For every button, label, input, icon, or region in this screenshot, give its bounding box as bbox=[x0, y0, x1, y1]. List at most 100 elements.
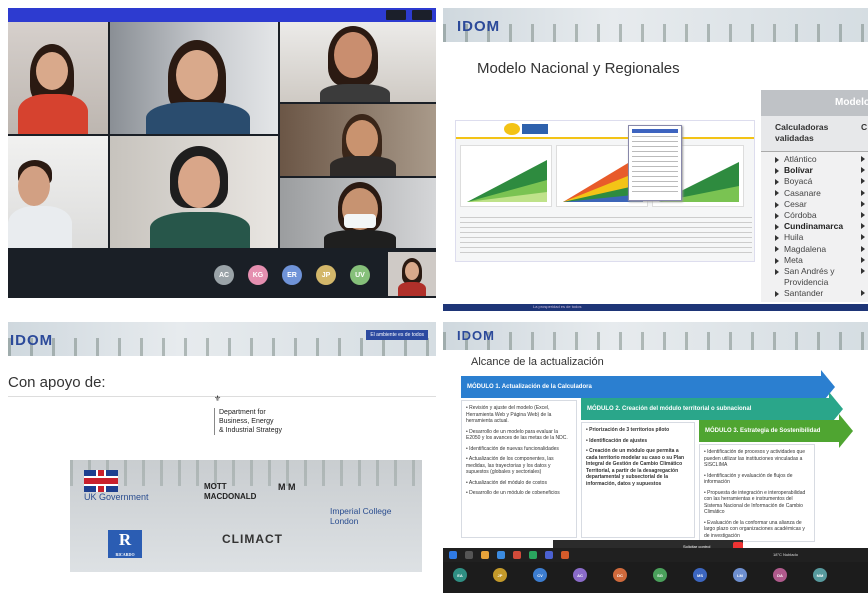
region-row: Santander bbox=[775, 288, 865, 298]
module-item: • Propuesta de integración e interoperab… bbox=[704, 489, 806, 516]
module-item: • Revisión y ajuste del modelo (Excel, H… bbox=[466, 405, 552, 424]
start-icon[interactable] bbox=[449, 551, 457, 559]
module-item: • Priorización de 3 territorios piloto bbox=[586, 427, 670, 433]
powerpoint-icon[interactable] bbox=[561, 551, 569, 559]
module-item: • Identificación de procesos y actividad… bbox=[704, 449, 805, 468]
app-icon[interactable] bbox=[529, 551, 537, 559]
uk-flag-icon bbox=[84, 470, 118, 492]
participant-avatar[interactable]: ER bbox=[282, 265, 302, 285]
video-tile[interactable] bbox=[280, 22, 436, 102]
teams-icon[interactable] bbox=[545, 551, 553, 559]
video-tile[interactable] bbox=[280, 178, 436, 248]
video-tile[interactable] bbox=[280, 104, 436, 176]
module-item: • Desarrollo de un modelo para evaluar l… bbox=[466, 428, 568, 442]
participant-avatar[interactable]: EA bbox=[453, 568, 467, 582]
avatar-initials: AC bbox=[218, 271, 230, 279]
idom-logo: IDOM bbox=[457, 18, 501, 35]
ricardo-letter: R bbox=[118, 530, 132, 549]
window-button[interactable] bbox=[412, 10, 432, 20]
beis-line: Department for bbox=[219, 409, 266, 416]
table-column-headers: Calculadoras validadas C bbox=[761, 116, 868, 152]
mott-macdonald-logo: MOTT MACDONALD bbox=[204, 482, 256, 502]
idom-logo: IDOM bbox=[10, 332, 54, 349]
module-item: • Actualización del módulo de costos bbox=[466, 479, 547, 486]
table-header: Modelo bbox=[761, 90, 868, 116]
participant-avatar[interactable]: MS bbox=[693, 568, 707, 582]
ministry-logo: El ambiente es de todos bbox=[366, 330, 428, 340]
mm-mark: M M bbox=[278, 482, 296, 492]
footer-text: La prosperidad es de todos bbox=[533, 304, 582, 309]
slide-title: Modelo Nacional y Regionales bbox=[477, 60, 680, 77]
participant-avatar[interactable]: UV bbox=[350, 265, 370, 285]
slide-title: Alcance de la actualización bbox=[471, 356, 604, 368]
idom-logo: IDOM bbox=[457, 328, 495, 343]
module-1-arrow: MÓDULO 1. Actualización de la Calculador… bbox=[461, 370, 835, 404]
participant-avatar[interactable]: KG bbox=[248, 265, 268, 285]
folder-icon[interactable] bbox=[481, 551, 489, 559]
module-item: • Evaluación de la conformar una alianza… bbox=[704, 519, 805, 539]
taskbar: 18°C Nublado bbox=[443, 548, 868, 562]
avatar-initials: JP bbox=[321, 271, 331, 279]
participant-avatar[interactable]: JP bbox=[316, 265, 336, 285]
video-tile[interactable] bbox=[8, 136, 108, 248]
module-item: • Actualización de los componentes, las … bbox=[466, 456, 554, 475]
video-tile[interactable] bbox=[110, 136, 278, 248]
calculator-screenshot bbox=[455, 120, 755, 262]
climact-logo: CLIMACT bbox=[222, 532, 283, 546]
module-item: • Identificación y evaluación de flujos … bbox=[704, 472, 793, 486]
avatar-initials: KG bbox=[252, 271, 264, 279]
video-tile[interactable] bbox=[110, 22, 278, 134]
edge-icon[interactable] bbox=[497, 551, 505, 559]
avatar-initials: ER bbox=[287, 271, 297, 279]
partner-logos: UK Government MOTT MACDONALD M M Imperia… bbox=[70, 460, 422, 572]
slide-scope: IDOM Alcance de la actualización MÓDULO … bbox=[443, 322, 868, 593]
video-tile[interactable] bbox=[8, 22, 108, 134]
dropdown-list[interactable] bbox=[628, 125, 682, 201]
slide-banner bbox=[443, 8, 868, 42]
module-item: • Identificación de ajustes bbox=[586, 437, 648, 444]
participant-strip: EA JP CV AC DC SG MS LM DA MM bbox=[443, 562, 868, 593]
participant-avatar[interactable]: CV bbox=[533, 568, 547, 582]
participant-avatar[interactable]: JP bbox=[493, 568, 507, 582]
participant-avatar[interactable]: SG bbox=[653, 568, 667, 582]
call-top-bar bbox=[8, 8, 436, 22]
self-view-tile[interactable] bbox=[388, 252, 436, 296]
window-button[interactable] bbox=[386, 10, 406, 20]
imperial-college-logo: Imperial College London bbox=[330, 506, 391, 526]
beis-logo: Department for Business, Energy & Indust… bbox=[214, 408, 282, 435]
imperial-line: Imperial College bbox=[330, 506, 392, 516]
module-2-items: • Priorización de 3 territorios piloto • … bbox=[581, 422, 695, 538]
module-1-items: • Revisión y ajuste del modelo (Excel, H… bbox=[461, 400, 577, 538]
app-icon[interactable] bbox=[513, 551, 521, 559]
participant-avatar[interactable]: DC bbox=[613, 568, 627, 582]
slide-banner bbox=[443, 322, 868, 350]
mott-line: MOTT bbox=[204, 482, 227, 491]
participant-avatar[interactable]: AC bbox=[573, 568, 587, 582]
video-call-grid: AC KG ER JP UV bbox=[8, 8, 436, 298]
region-row: San Andrés y bbox=[775, 266, 865, 276]
region-row: Casanare bbox=[775, 188, 865, 198]
imperial-line: London bbox=[330, 516, 359, 526]
slide-title: Con apoyo de: bbox=[8, 374, 106, 391]
crest-icon: ⚜ bbox=[214, 394, 222, 403]
region-row: Córdoba bbox=[775, 210, 865, 220]
column-header: validadas bbox=[775, 133, 814, 143]
participant-avatar[interactable]: MM bbox=[813, 568, 827, 582]
mott-line: MACDONALD bbox=[204, 492, 257, 501]
region-row: Boyacá bbox=[775, 176, 865, 186]
ricardo-logo: R RICARDO bbox=[108, 530, 142, 558]
region-row: Providencia bbox=[784, 277, 829, 288]
participant-avatar[interactable]: AC bbox=[214, 265, 234, 285]
avatar-initials: UV bbox=[355, 271, 365, 279]
region-row: Atlántico bbox=[775, 154, 865, 164]
slide-support: IDOM El ambiente es de todos Con apoyo d… bbox=[8, 322, 436, 584]
module-3-items: • Identificación de procesos y actividad… bbox=[699, 444, 815, 542]
slide-footer: La prosperidad es de todos bbox=[443, 304, 868, 311]
participant-avatar[interactable]: DA bbox=[773, 568, 787, 582]
search-icon[interactable] bbox=[465, 551, 473, 559]
column-header: C bbox=[861, 122, 868, 132]
participant-avatar[interactable]: LM bbox=[733, 568, 747, 582]
region-row: Magdalena bbox=[775, 244, 865, 254]
region-row: Cesar bbox=[775, 199, 865, 209]
region-list: Atlántico Bolívar Boyacá Casanare Cesar Córdo… bbox=[761, 152, 868, 302]
